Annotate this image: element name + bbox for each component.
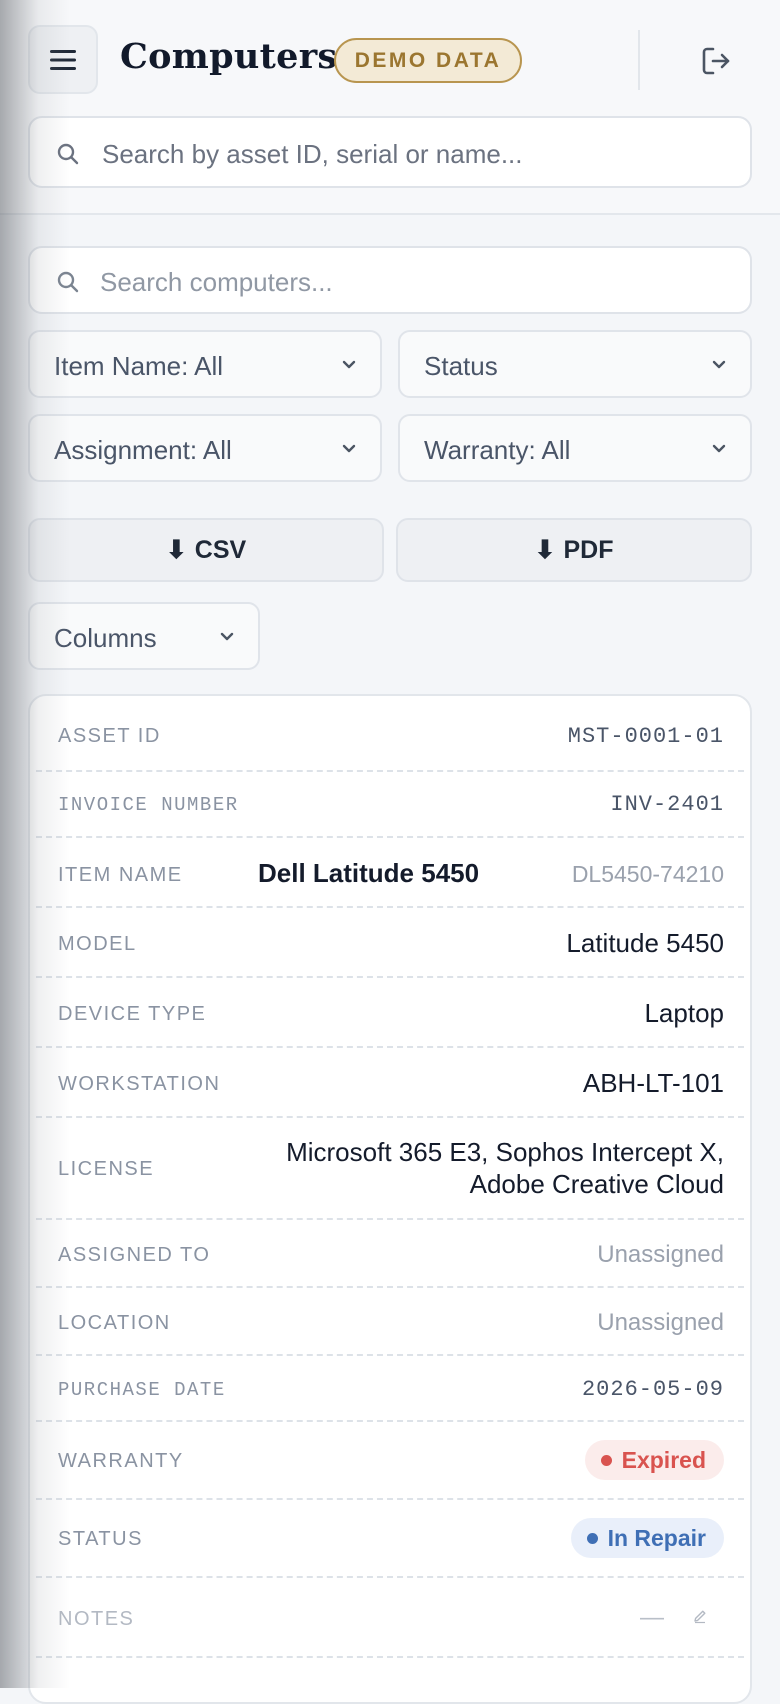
field-label: ASSIGNED TO <box>58 1244 211 1266</box>
license-value: Microsoft 365 E3, Sophos Intercept X, Ad… <box>286 1136 724 1200</box>
notes-value: — <box>640 1604 664 1631</box>
record-row-asset-id: ASSET ID MST-0001-01 <box>36 696 744 772</box>
chevron-down-icon <box>712 444 726 453</box>
status-badge: In Repair <box>570 1518 724 1558</box>
download-icon: ⬇ <box>534 536 556 564</box>
status-filter[interactable]: Status <box>398 330 752 398</box>
export-csv-button[interactable]: ⬇ CSV <box>28 518 384 582</box>
search-icon <box>57 143 79 165</box>
record-row-item-name: ITEM NAME Dell Latitude 5450 DL5450-7421… <box>36 838 744 908</box>
license-line: Microsoft 365 E3, Sophos Intercept X, <box>286 1137 724 1167</box>
item-name-filter[interactable]: Item Name: All <box>28 330 382 398</box>
chevron-down-icon <box>220 632 234 641</box>
export-pdf-button[interactable]: ⬇ PDF <box>396 518 752 582</box>
page-title: Computers <box>120 36 338 77</box>
edit-icon[interactable] <box>692 1608 708 1624</box>
field-label: DEVICE TYPE <box>58 1003 207 1025</box>
export-pdf-label: PDF <box>563 535 614 564</box>
assignment-filter-label: Assignment: All <box>54 435 232 465</box>
record-row-invoice-number: INVOICE NUMBER INV-2401 <box>36 772 744 838</box>
record-row-status: STATUS In Repair <box>36 1500 744 1578</box>
top-bar: Computers DEMO DATA <box>0 0 780 215</box>
item-name-value[interactable]: Dell Latitude 5450 <box>258 858 479 889</box>
serial-number-value: DL5450-74210 <box>571 861 724 887</box>
record-row-model: MODEL Latitude 5450 <box>36 908 744 978</box>
asset-record-card: ASSET ID MST-0001-01 INVOICE NUMBER INV-… <box>28 694 752 1704</box>
demo-data-badge: DEMO DATA <box>334 38 522 83</box>
field-label: LICENSE <box>58 1158 155 1180</box>
field-label: WARRANTY <box>58 1450 184 1472</box>
field-label: PURCHASE DATE <box>58 1379 226 1401</box>
item-name-filter-label: Item Name: All <box>54 351 224 381</box>
global-search-input[interactable] <box>100 136 724 172</box>
columns-dropdown[interactable]: Columns <box>28 602 260 670</box>
record-row-workstation: WORKSTATION ABH-LT-101 <box>36 1048 744 1118</box>
columns-label: Columns <box>54 623 157 653</box>
warranty-filter-label: Warranty: All <box>424 435 571 465</box>
workstation-value: ABH-LT-101 <box>582 1068 724 1098</box>
menu-button[interactable] <box>28 25 98 94</box>
field-label: LOCATION <box>58 1312 171 1334</box>
warranty-status-text: Expired <box>621 1446 706 1473</box>
device-type-value: Laptop <box>644 998 724 1028</box>
assignment-filter[interactable]: Assignment: All <box>28 414 382 482</box>
computer-search[interactable] <box>28 246 752 314</box>
record-row-assigned-to: ASSIGNED TO Unassigned <box>36 1220 744 1288</box>
purchase-date-value: 2026-05-09 <box>581 1377 724 1402</box>
location-value: Unassigned <box>597 1309 724 1336</box>
field-label: ASSET ID <box>58 725 161 747</box>
chevron-down-icon <box>712 360 726 369</box>
search-icon <box>57 271 79 293</box>
download-icon: ⬇ <box>165 536 187 564</box>
invoice-number-value: INV-2401 <box>610 792 724 817</box>
status-filter-label: Status <box>424 351 498 381</box>
record-row-location: LOCATION Unassigned <box>36 1288 744 1356</box>
record-row-warranty: WARRANTY Expired <box>36 1422 744 1500</box>
warranty-status-badge: Expired <box>584 1440 724 1480</box>
chevron-down-icon <box>342 360 356 369</box>
record-row-device-type: DEVICE TYPE Laptop <box>36 978 744 1048</box>
field-label: STATUS <box>58 1528 143 1550</box>
logout-icon[interactable] <box>699 44 733 78</box>
field-label: ITEM NAME <box>58 864 183 886</box>
field-label: MODEL <box>58 933 137 955</box>
status-dot <box>600 1454 612 1466</box>
asset-id-value: MST-0001-01 <box>567 724 724 749</box>
assigned-to-value: Unassigned <box>597 1241 724 1268</box>
export-csv-label: CSV <box>194 535 247 564</box>
record-row-purchase-date: PURCHASE DATE 2026-05-09 <box>36 1356 744 1422</box>
license-line: Adobe Creative Cloud <box>469 1169 724 1199</box>
field-label: NOTES <box>58 1608 135 1630</box>
record-row-license: LICENSE Microsoft 365 E3, Sophos Interce… <box>36 1118 744 1220</box>
global-search[interactable] <box>28 116 752 188</box>
status-text: In Repair <box>607 1524 706 1551</box>
computer-search-input[interactable] <box>98 264 722 300</box>
field-label: WORKSTATION <box>58 1073 221 1095</box>
divider <box>638 30 640 90</box>
record-row-notes: NOTES — <box>36 1578 744 1658</box>
menu-icon <box>50 49 76 70</box>
warranty-filter[interactable]: Warranty: All <box>398 414 752 482</box>
status-dot <box>586 1532 598 1544</box>
chevron-down-icon <box>342 444 356 453</box>
model-value: Latitude 5450 <box>566 928 724 958</box>
field-label: INVOICE NUMBER <box>58 794 239 816</box>
